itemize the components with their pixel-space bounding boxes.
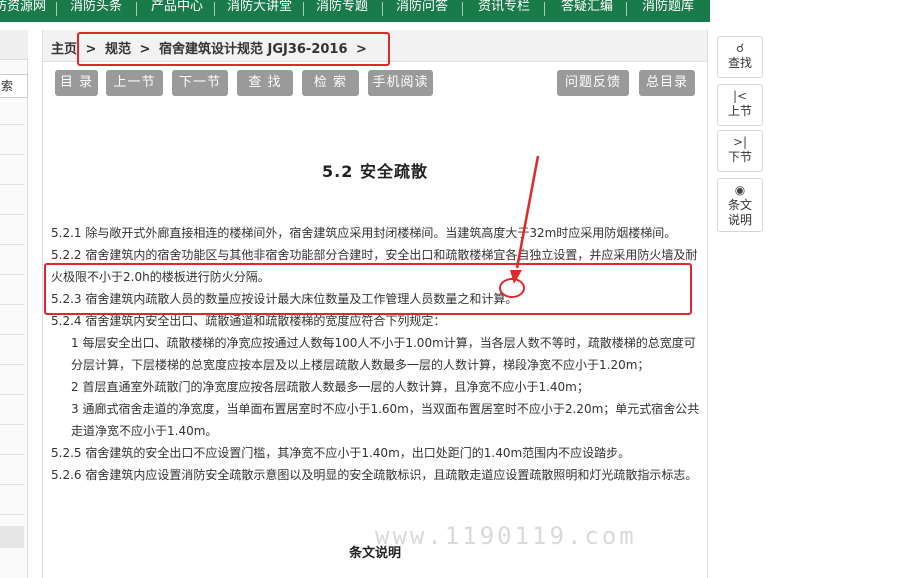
- clause-5-2-4-item-1: 1 每层安全出口、疏散楼梯的净宽应按通过人数每100人不小于1.00m计算，当各…: [71, 336, 696, 372]
- next-section-button[interactable]: 下一节: [172, 70, 228, 96]
- sidebar-divider: [0, 394, 24, 395]
- nav-item-topics[interactable]: 消防专题: [316, 0, 368, 22]
- prev-section-button[interactable]: 上一节: [106, 70, 163, 96]
- sidebar-divider: [0, 364, 24, 365]
- clause-5-2-4-item-2: 2 首层直通室外疏散门的净宽度应按各层疏散人数最多一层的人数计算，且净宽不应小于…: [71, 380, 589, 394]
- nav-separator: [56, 2, 57, 16]
- left-sidebar: 索: [0, 30, 28, 578]
- tool-prev-label: 上节: [727, 104, 752, 118]
- tool-prev-button[interactable]: |< 上节: [717, 84, 763, 126]
- nav-separator: [462, 2, 463, 16]
- nav-separator: [544, 2, 545, 16]
- clause-highlight-box: [44, 263, 692, 315]
- sidebar-divider: [0, 484, 24, 485]
- nav-separator: [136, 2, 137, 16]
- nav-item-qa[interactable]: 消防问答: [396, 0, 448, 22]
- sidebar-divider: [0, 214, 24, 215]
- section-title: 5.2 安全疏散: [322, 162, 428, 181]
- catalog-button[interactable]: 目 录: [55, 70, 98, 96]
- clause-5-2-1: 5.2.1 除与敞开式外廊直接相连的楼梯间外，宿舍建筑应采用封闭楼梯间。当建筑高…: [51, 226, 677, 240]
- tool-explain-label-2: 说明: [727, 213, 752, 227]
- feedback-button[interactable]: 问题反馈: [557, 70, 629, 96]
- sidebar-divider: [0, 304, 24, 305]
- nav-item-news[interactable]: 资讯专栏: [478, 0, 530, 22]
- article-body: 5.2.1 除与敞开式外廊直接相连的楼梯间外，宿舍建筑应采用封闭楼梯间。当建筑高…: [51, 222, 701, 486]
- next-icon: >|: [732, 135, 748, 149]
- sidebar-divider: [0, 454, 24, 455]
- top-navigation: 防资源网 消防头条 产品中心 消防大讲堂 消防专题 消防问答 资讯专栏 答疑汇编…: [0, 0, 710, 22]
- nav-item-headlines[interactable]: 消防头条: [70, 0, 122, 22]
- sidebar-search-button[interactable]: 索: [0, 74, 28, 98]
- tool-next-button[interactable]: >| 下节: [717, 130, 763, 172]
- clause-5-2-5: 5.2.5 宿舍建筑的安全出口不应设置门槛，其净宽不应小于1.40m，出口处距门…: [51, 446, 631, 460]
- sidebar-divider: [0, 424, 24, 425]
- nav-item-answers[interactable]: 答疑汇编: [561, 0, 613, 22]
- sidebar-divider: [0, 334, 24, 335]
- nav-item-resource[interactable]: 防资源网: [0, 0, 46, 22]
- tool-explain-label-1: 条文: [727, 198, 752, 212]
- tool-next-label: 下节: [727, 150, 752, 164]
- nav-item-lecture[interactable]: 消防大讲堂: [227, 0, 292, 22]
- clause-5-2-4-item-3: 3 通廊式宿舍走道的净宽度，当单面布置居室时不应小于1.60m，当双面布置居室时…: [71, 402, 700, 438]
- sidebar-header: [0, 30, 28, 60]
- tool-explain-button[interactable]: ◉ 条文 说明: [717, 178, 763, 232]
- nav-separator: [214, 2, 215, 16]
- prev-icon: |<: [732, 89, 748, 103]
- tool-find-button[interactable]: ☌ 查找: [717, 36, 763, 78]
- nav-separator: [303, 2, 304, 16]
- sidebar-search-label: 索: [0, 79, 13, 93]
- sidebar-divider: [0, 244, 24, 245]
- sidebar-selected-item[interactable]: [0, 526, 24, 548]
- nav-separator: [382, 2, 383, 16]
- nav-separator: [626, 2, 627, 16]
- sidebar-divider: [0, 274, 24, 275]
- nav-item-products[interactable]: 产品中心: [151, 0, 203, 22]
- sidebar-divider: [0, 124, 24, 125]
- sidebar-divider: [0, 154, 24, 155]
- eye-icon: ◉: [734, 183, 746, 197]
- breadcrumb-highlight-box: [77, 32, 390, 66]
- tool-find-label: 查找: [727, 56, 752, 70]
- sidebar-divider: [0, 184, 24, 185]
- find-button[interactable]: 查 找: [237, 70, 293, 96]
- mobile-read-button[interactable]: 手机阅读: [368, 70, 433, 96]
- breadcrumb-home-link[interactable]: 主页: [51, 42, 77, 57]
- sidebar-divider: [0, 514, 24, 515]
- search-icon: ☌: [735, 41, 745, 55]
- search-button[interactable]: 检 索: [302, 70, 359, 96]
- all-catalog-button[interactable]: 总目录: [639, 70, 695, 96]
- clause-5-2-6: 5.2.6 宿舍建筑内应设置消防安全疏散示意图以及明显的安全疏散标识，且疏散走道…: [51, 468, 698, 482]
- nav-item-question-bank[interactable]: 消防题库: [642, 0, 694, 22]
- explanation-heading: 条文说明: [348, 546, 401, 561]
